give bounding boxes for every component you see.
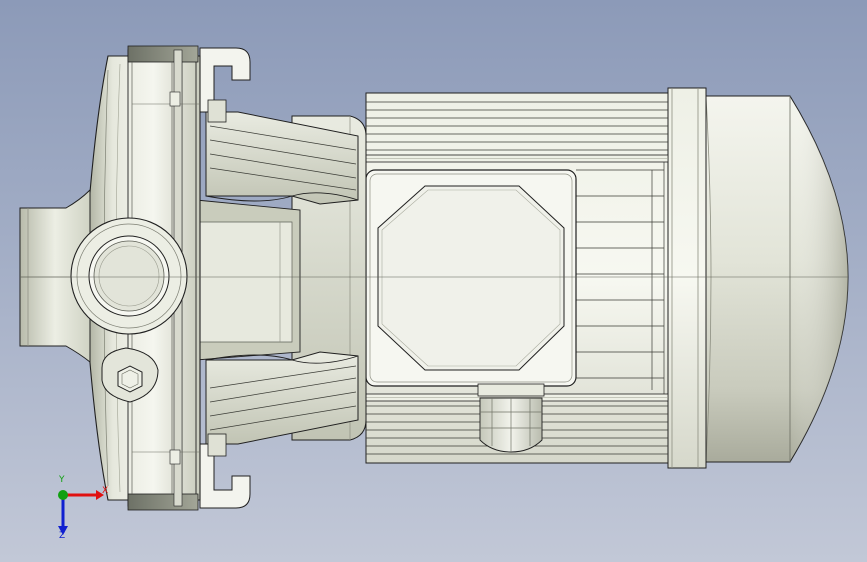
y-axis-label: Y bbox=[59, 475, 65, 485]
cad-viewport[interactable]: X Y Z bbox=[0, 0, 867, 562]
pump-model[interactable] bbox=[0, 0, 867, 562]
x-axis-label: X bbox=[102, 486, 109, 496]
terminal-box bbox=[365, 169, 577, 387]
y-axis-dot bbox=[58, 490, 68, 500]
foot-clip-top bbox=[199, 47, 251, 123]
discharge-port bbox=[70, 217, 188, 335]
z-axis-label: Z bbox=[59, 531, 66, 541]
foot-clip-bottom bbox=[199, 433, 251, 509]
fan-cover bbox=[667, 87, 849, 469]
cable-gland bbox=[477, 383, 545, 453]
coordinate-triad: X Y Z bbox=[44, 476, 114, 544]
